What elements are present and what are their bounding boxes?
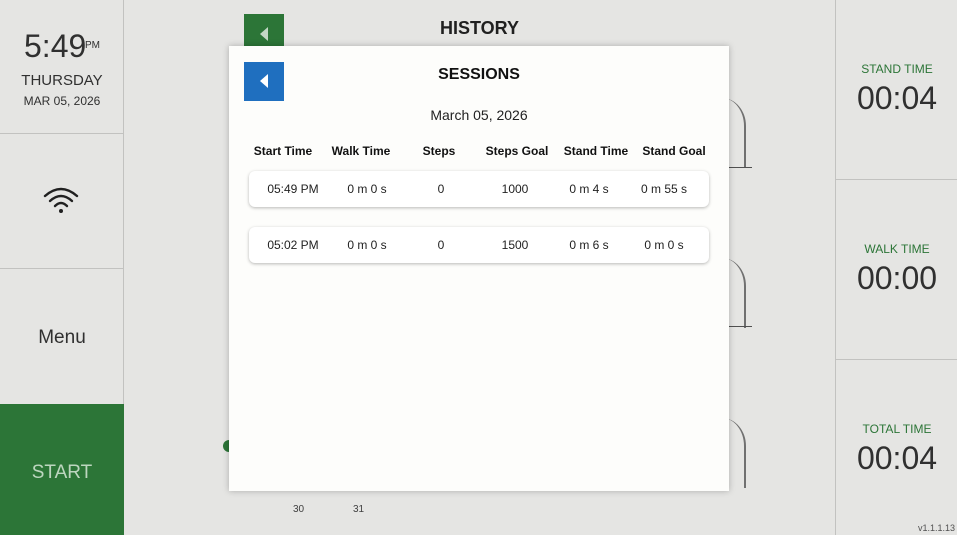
column-header: Steps Goal [485,144,549,158]
column-header: Steps [422,144,456,158]
table-cell: 05:49 PM [267,182,319,196]
table-cell: 0 m 55 s [640,182,688,196]
column-header: Stand Goal [642,144,706,158]
table-cell: 1500 [501,238,529,252]
table-cell: 0 m 0 s [644,238,684,252]
column-header: Start Time [253,144,313,158]
table-cell: 0 m 0 s [347,182,387,196]
table-row[interactable]: 05:02 PM 0 m 0 s 0 1500 0 m 6 s 0 m 0 s [249,227,709,263]
table-cell: 0 m 0 s [347,238,387,252]
table-row[interactable]: 05:49 PM 0 m 0 s 0 1000 0 m 4 s 0 m 55 s [249,171,709,207]
table-cell: 0 m 6 s [569,238,609,252]
modal-date: March 05, 2026 [430,107,528,123]
column-header: Walk Time [331,144,391,158]
table-cell: 05:02 PM [267,238,319,252]
table-cell: 0 [437,182,445,196]
sessions-modal: SESSIONS March 05, 2026 Start Time Walk … [229,46,729,491]
table-cell: 0 m 4 s [569,182,609,196]
table-cell: 0 [437,238,445,252]
modal-title: SESSIONS [438,66,520,83]
table-cell: 1000 [501,182,529,196]
table-header: Start Time Walk Time Steps Steps Goal St… [249,144,709,160]
column-header: Stand Time [563,144,629,158]
